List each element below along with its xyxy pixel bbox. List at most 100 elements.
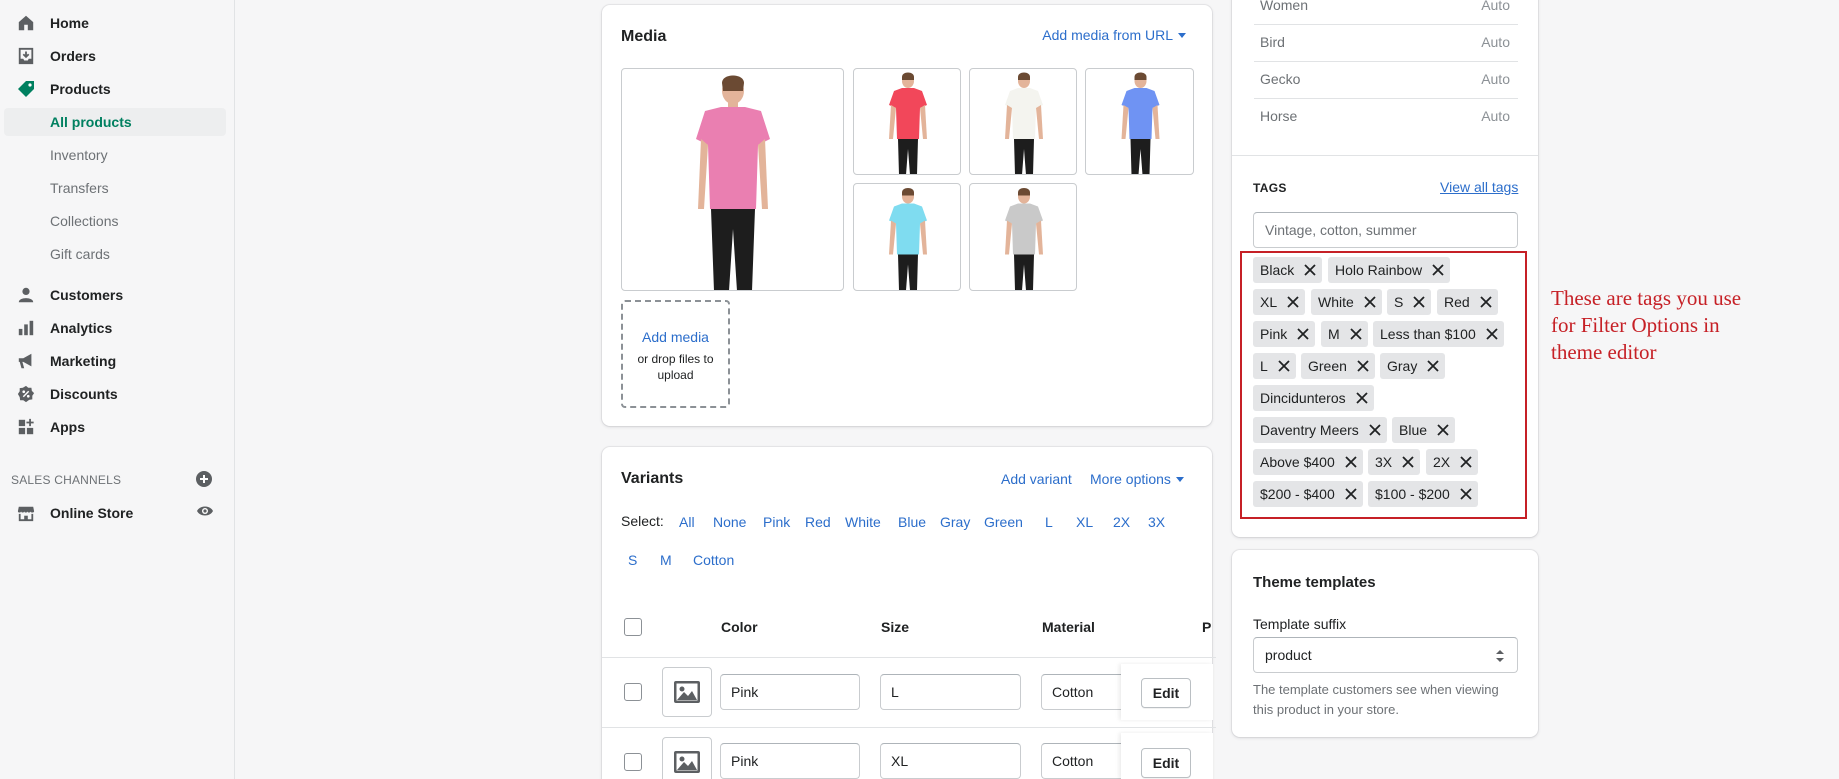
tags-input[interactable]: Vintage, cotton, summer: [1253, 212, 1518, 248]
variant-row-checkbox[interactable]: [624, 683, 642, 701]
select-white-link[interactable]: White: [845, 514, 881, 530]
chevron-down-icon: [1175, 477, 1184, 482]
products-tag-icon: [16, 79, 36, 99]
nav-orders-label: Orders: [50, 48, 96, 64]
media-thumbnail-2[interactable]: [853, 68, 961, 175]
collection-mode: Auto: [1481, 108, 1510, 124]
marketing-icon: [16, 351, 36, 371]
nav-analytics[interactable]: Analytics: [0, 314, 232, 342]
select-gray-link[interactable]: Gray: [940, 514, 970, 530]
collection-row: Horse Auto: [1254, 99, 1518, 136]
template-suffix-label: Template suffix: [1253, 616, 1347, 632]
subnav-transfers[interactable]: Transfers: [4, 174, 226, 202]
media-thumbnail-4[interactable]: [1085, 68, 1194, 175]
media-thumbnail-3[interactable]: [969, 68, 1077, 175]
add-variant-button[interactable]: Add variant: [1001, 471, 1072, 487]
select-green-link[interactable]: Green: [984, 514, 1023, 530]
nav-apps[interactable]: Apps: [0, 413, 232, 441]
nav-products[interactable]: Products: [0, 75, 232, 103]
home-icon: [16, 13, 36, 33]
drop-files-hint: or drop files to upload: [637, 352, 714, 382]
app: Home Orders Products All products Invent…: [0, 0, 1839, 779]
select-arrows-icon: [1496, 650, 1504, 662]
collection-mode: Auto: [1481, 0, 1510, 13]
nav-apps-label: Apps: [50, 419, 85, 435]
column-color: Color: [721, 619, 758, 635]
template-help-text: The template customers see when viewing …: [1253, 680, 1499, 720]
variant-row-checkbox[interactable]: [624, 753, 642, 771]
select-l-link[interactable]: L: [1045, 514, 1053, 530]
collection-mode: Auto: [1481, 71, 1510, 87]
select-blue-link[interactable]: Blue: [898, 514, 926, 530]
media-thumbnail-5[interactable]: [853, 183, 961, 291]
add-media-from-url-button[interactable]: Add media from URL: [1042, 27, 1186, 45]
variant-image-placeholder[interactable]: [662, 737, 712, 779]
collection-name: Women: [1260, 0, 1308, 13]
select-m-link[interactable]: M: [660, 552, 672, 568]
subnav-all-products[interactable]: All products: [4, 108, 226, 136]
subnav-gift-cards[interactable]: Gift cards: [4, 240, 226, 268]
select-all-link[interactable]: All: [679, 514, 695, 530]
edit-variant-button[interactable]: Edit: [1141, 748, 1191, 778]
customers-icon: [16, 285, 36, 305]
collection-name: Bird: [1260, 34, 1285, 50]
view-all-tags-link[interactable]: View all tags: [1440, 179, 1518, 195]
select-all-variants-checkbox[interactable]: [624, 618, 642, 636]
nav-analytics-label: Analytics: [50, 320, 113, 336]
store-icon: [16, 503, 36, 523]
collection-name: Horse: [1260, 108, 1298, 124]
nav-orders[interactable]: Orders: [0, 42, 232, 70]
select-2x-link[interactable]: 2X: [1113, 514, 1130, 530]
annotation-line: for Filter Options in: [1551, 313, 1720, 337]
nav-customers[interactable]: Customers: [0, 281, 232, 309]
select-3x-link[interactable]: 3X: [1148, 514, 1165, 530]
annotation-line: These are tags you use: [1551, 286, 1742, 310]
add-media-from-url-label: Add media from URL: [1042, 27, 1173, 43]
media-thumbnail-6[interactable]: [969, 183, 1077, 291]
eye-icon[interactable]: [196, 504, 214, 518]
tags-heading: TAGS: [1253, 181, 1287, 195]
add-media-dropzone[interactable]: Add media or drop files to upload: [621, 300, 730, 408]
edit-variant-button[interactable]: Edit: [1141, 678, 1191, 708]
more-options-button[interactable]: More options: [1090, 471, 1184, 489]
select-red-link[interactable]: Red: [805, 514, 831, 530]
collection-name: Gecko: [1260, 71, 1301, 87]
nav-home-label: Home: [50, 15, 89, 31]
variant-color-input[interactable]: Pink: [720, 743, 860, 779]
image-icon: [674, 751, 700, 773]
select-s-link[interactable]: S: [628, 552, 637, 568]
select-pink-link[interactable]: Pink: [763, 514, 790, 530]
select-none-link[interactable]: None: [713, 514, 746, 530]
subnav-collections[interactable]: Collections: [4, 207, 226, 235]
variants-title: Variants: [621, 470, 684, 487]
annotation-highlight-box: [1240, 251, 1527, 519]
shirt-model-image: [696, 75, 770, 290]
variant-size-input[interactable]: L: [880, 674, 1021, 710]
sales-channels-heading: SALES CHANNELS: [11, 473, 122, 487]
select-cotton-link[interactable]: Cotton: [693, 552, 734, 568]
variant-image-placeholder[interactable]: [662, 667, 712, 717]
template-suffix-select[interactable]: product: [1253, 637, 1518, 673]
nav-marketing[interactable]: Marketing: [0, 347, 232, 375]
divider: [1232, 155, 1538, 156]
nav-marketing-label: Marketing: [50, 353, 117, 369]
subnav-inventory[interactable]: Inventory: [4, 141, 226, 169]
orders-icon: [16, 46, 36, 66]
nav-home[interactable]: Home: [0, 9, 232, 37]
variant-color-input[interactable]: Pink: [720, 674, 860, 710]
nav-discounts[interactable]: Discounts: [0, 380, 232, 408]
media-thumbnail-main[interactable]: [621, 68, 844, 291]
image-icon: [674, 681, 700, 703]
add-sales-channel-icon[interactable]: [196, 471, 212, 487]
column-price-partial: P: [1202, 619, 1212, 635]
shirt-model-image: [1005, 72, 1043, 174]
variant-size-input[interactable]: XL: [880, 743, 1021, 779]
select-xl-link[interactable]: XL: [1076, 514, 1093, 530]
more-options-label: More options: [1090, 471, 1171, 487]
shirt-model-image: [1005, 188, 1043, 290]
nav-discounts-label: Discounts: [50, 386, 118, 402]
sidebar: Home Orders Products All products Invent…: [0, 0, 235, 779]
media-title: Media: [621, 28, 667, 45]
nav-products-label: Products: [50, 81, 111, 97]
divider: [602, 727, 1216, 728]
